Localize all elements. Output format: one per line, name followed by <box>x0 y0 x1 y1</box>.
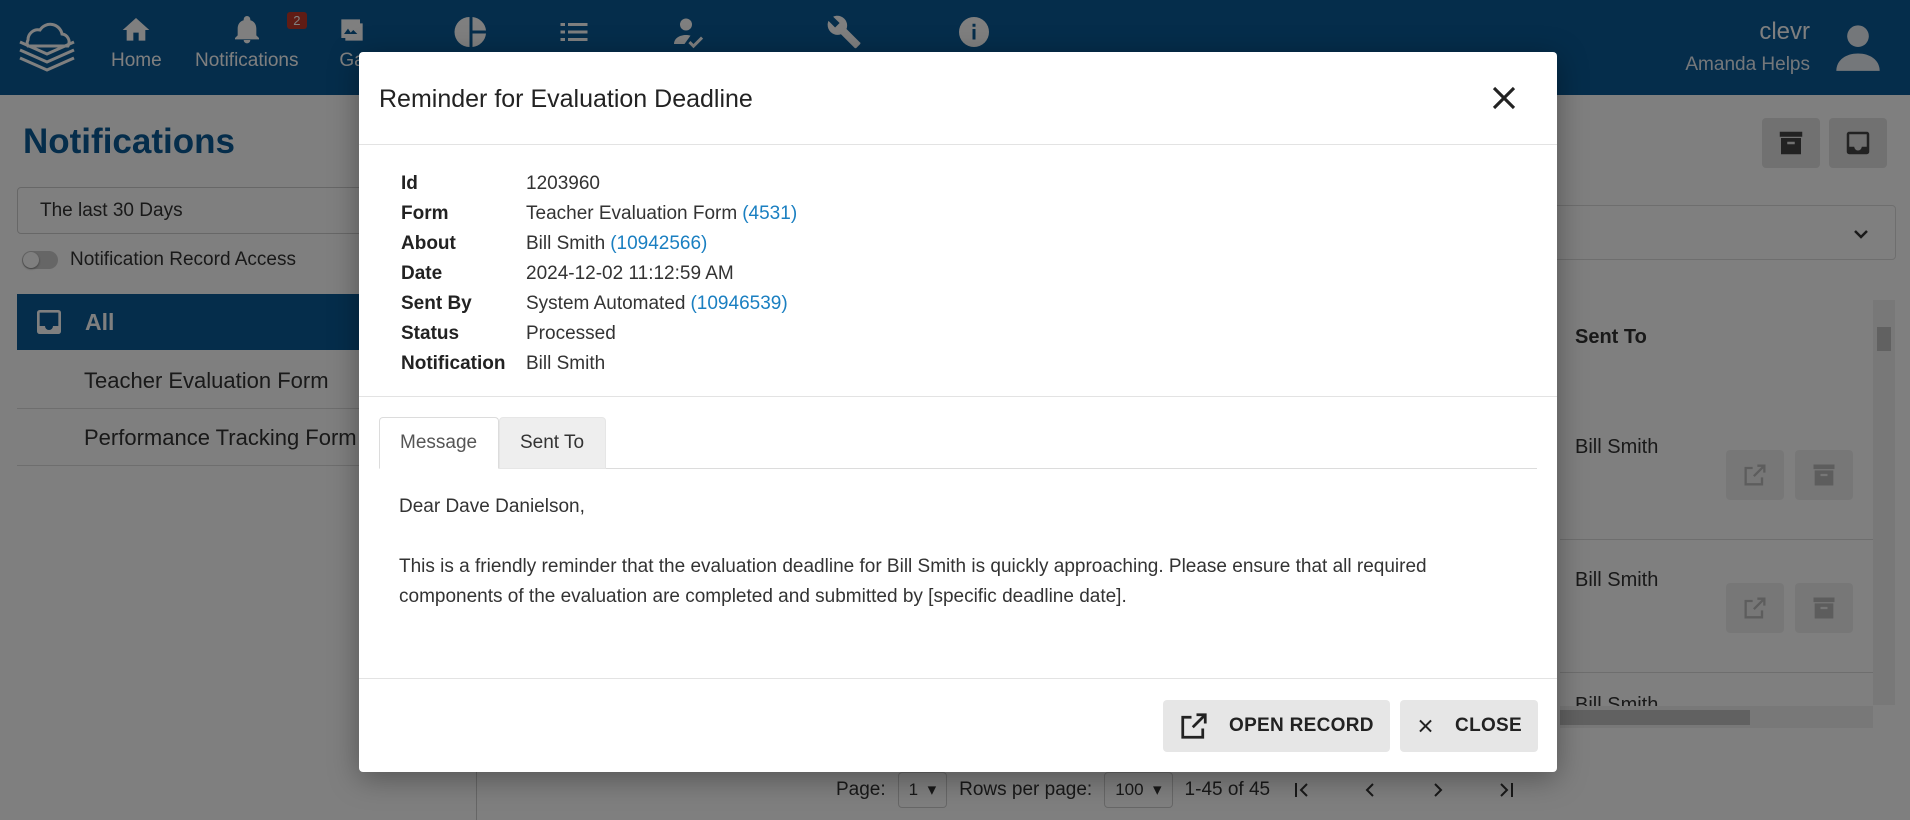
detail-label: Sent By <box>401 293 472 314</box>
detail-value: System Automated <box>526 293 686 314</box>
modal-tabs: Message Sent To <box>379 417 1537 469</box>
form-id-link[interactable]: (4531) <box>742 203 797 225</box>
tab-message[interactable]: Message <box>379 417 499 469</box>
detail-row-sent-by: Sent By System Automated (10946539) <box>401 289 797 319</box>
detail-row-about: About Bill Smith (10942566) <box>401 229 797 259</box>
close-icon <box>1419 719 1432 733</box>
detail-value: Bill Smith <box>526 353 606 374</box>
close-button[interactable]: CLOSE <box>1400 700 1538 752</box>
detail-row-status: Status Processed <box>401 319 797 349</box>
detail-label: Form <box>401 203 449 224</box>
detail-value: Bill Smith <box>526 233 606 254</box>
sent-by-id-link[interactable]: (10946539) <box>690 293 787 315</box>
detail-value: Teacher Evaluation Form <box>526 203 738 224</box>
modal-title: Reminder for Evaluation Deadline <box>379 85 753 113</box>
notification-details: Id 1203960 Form Teacher Evaluation Form … <box>401 169 797 379</box>
detail-label: Status <box>401 323 460 344</box>
detail-label: Notification <box>401 353 506 374</box>
tab-sent-to[interactable]: Sent To <box>499 417 606 469</box>
open-record-label: OPEN RECORD <box>1229 715 1374 736</box>
divider <box>359 396 1557 397</box>
close-icon[interactable] <box>1489 83 1519 113</box>
divider <box>359 678 1557 679</box>
modal-header: Reminder for Evaluation Deadline <box>359 52 1557 145</box>
detail-row-id: Id 1203960 <box>401 169 797 199</box>
message-text: This is a friendly reminder that the eva… <box>399 556 1427 607</box>
detail-value: 2024-12-02 11:12:59 AM <box>526 263 734 284</box>
detail-row-notification: Notification Bill Smith <box>401 349 797 379</box>
close-label: CLOSE <box>1455 715 1522 736</box>
detail-value: Processed <box>526 323 616 344</box>
message-body: Dear Dave Danielson, This is a friendly … <box>399 492 1519 612</box>
notification-detail-modal: Reminder for Evaluation Deadline Id 1203… <box>359 52 1557 772</box>
open-record-button[interactable]: OPEN RECORD <box>1163 700 1390 752</box>
detail-row-date: Date 2024-12-02 11:12:59 AM <box>401 259 797 289</box>
detail-label: Id <box>401 173 418 194</box>
detail-row-form: Form Teacher Evaluation Form (4531) <box>401 199 797 229</box>
about-id-link[interactable]: (10942566) <box>610 233 707 255</box>
detail-label: Date <box>401 263 443 284</box>
message-greeting: Dear Dave Danielson, <box>399 496 585 517</box>
detail-value: 1203960 <box>526 173 600 194</box>
external-link-icon <box>1181 713 1207 739</box>
detail-label: About <box>401 233 456 254</box>
